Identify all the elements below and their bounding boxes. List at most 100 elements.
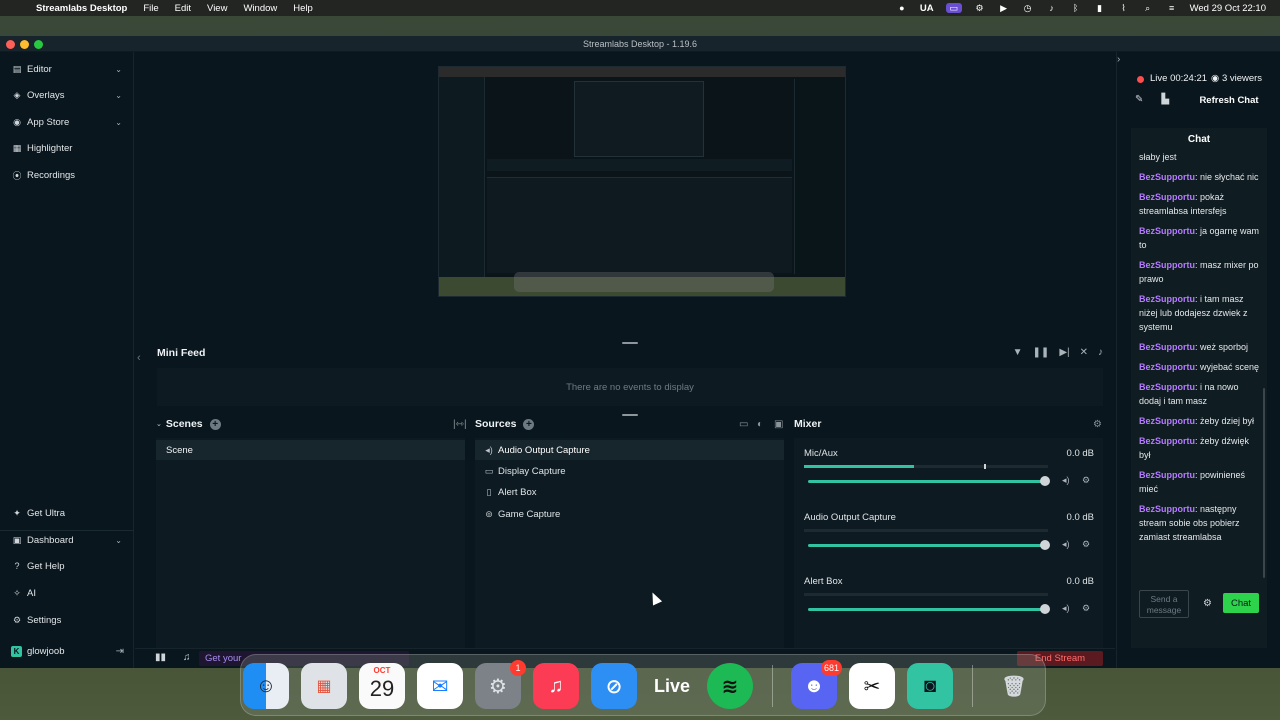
chat-username[interactable]: BezSupportu bbox=[1139, 436, 1195, 446]
menubar-clock[interactable]: Wed 29 Oct 22:10 bbox=[1190, 3, 1266, 14]
volume-slider-knob[interactable] bbox=[1040, 604, 1050, 614]
chat-scrollbar[interactable] bbox=[1263, 388, 1265, 578]
battery-icon[interactable]: ▮ bbox=[1094, 3, 1106, 13]
wifi-off-icon[interactable]: ⌇ bbox=[1118, 3, 1130, 13]
chat-username[interactable]: BezSupportu bbox=[1139, 382, 1195, 392]
source-item-audio-output-capture[interactable]: ◂) Audio Output Capture bbox=[475, 440, 784, 460]
add-scene-button[interactable]: + bbox=[209, 418, 221, 430]
chat-username[interactable]: BezSupportu bbox=[1139, 260, 1195, 270]
logout-icon[interactable]: ⇥ bbox=[116, 646, 124, 657]
menu-file[interactable]: File bbox=[143, 3, 158, 14]
chat-username[interactable]: BezSupportu bbox=[1139, 172, 1195, 182]
sidebar-item-highlighter[interactable]: ▦ Highlighter bbox=[0, 137, 134, 159]
search-icon[interactable]: ⌕ bbox=[1142, 3, 1154, 13]
bluetooth-icon[interactable]: ᛒ bbox=[1070, 3, 1082, 13]
menu-help[interactable]: Help bbox=[293, 3, 313, 14]
mute-alerts-icon[interactable]: ✕ bbox=[1080, 347, 1088, 358]
sidebar-item-ai[interactable]: ✧ AI bbox=[0, 582, 134, 604]
menu-edit[interactable]: Edit bbox=[175, 3, 191, 14]
safari-icon[interactable]: ⊘ bbox=[591, 663, 637, 709]
volume-slider[interactable] bbox=[808, 544, 1048, 547]
sidebar-item-get-ultra[interactable]: ✦ Get Ultra bbox=[0, 502, 134, 524]
refresh-chat-button[interactable]: Refresh Chat bbox=[1197, 94, 1261, 108]
chat-messages[interactable]: słaby jest BezSupportu: nie słychać nic … bbox=[1139, 150, 1261, 586]
sidebar-item-overlays[interactable]: ◈ Overlays ⌄ bbox=[0, 84, 134, 106]
control-center-icon[interactable]: ≡ bbox=[1166, 3, 1178, 13]
system-settings-icon[interactable]: ⚙ 1 bbox=[475, 660, 526, 709]
skip-icon[interactable]: ▶| bbox=[1059, 347, 1069, 358]
volume-slider[interactable] bbox=[808, 608, 1048, 611]
volume-slider[interactable] bbox=[808, 480, 1048, 483]
launchpad-icon[interactable]: ▦ bbox=[301, 663, 347, 709]
scene-transition-icon[interactable]: |⇿| bbox=[453, 419, 467, 430]
chat-message-input[interactable]: Send a message bbox=[1139, 590, 1189, 618]
menu-window[interactable]: Window bbox=[243, 3, 277, 14]
trash-icon[interactable]: 🗑 bbox=[991, 663, 1037, 709]
volume-slider-knob[interactable] bbox=[1040, 476, 1050, 486]
menubar-app-name[interactable]: Streamlabs Desktop bbox=[36, 3, 127, 14]
sidebar-item-recordings[interactable]: ⦿ Recordings bbox=[0, 164, 134, 186]
sidebar-item-editor[interactable]: ▤ Editor ⌄ bbox=[0, 58, 134, 80]
filter-icon[interactable]: ▼ bbox=[1013, 347, 1023, 358]
menu-view[interactable]: View bbox=[207, 3, 227, 14]
volume-icon[interactable]: ♪ bbox=[1046, 3, 1058, 13]
discord-icon[interactable]: ☻ 681 bbox=[791, 660, 842, 709]
chat-username[interactable]: BezSupportu bbox=[1139, 470, 1195, 480]
edit-stream-info-icon[interactable]: ✎ bbox=[1135, 94, 1143, 105]
scene-item[interactable]: Scene bbox=[156, 440, 465, 460]
calendar-icon[interactable]: OCT 29 bbox=[359, 663, 405, 709]
sidebar-item-app-store[interactable]: ◉ App Store ⌄ bbox=[0, 111, 134, 133]
source-item-alert-box[interactable]: ▯ Alert Box bbox=[475, 482, 784, 502]
chat-username[interactable]: BezSupportu bbox=[1139, 192, 1195, 202]
preview-resize-handle[interactable] bbox=[622, 342, 638, 344]
source-folder-icon[interactable]: ▣ bbox=[774, 419, 783, 430]
streamlabs-icon[interactable]: ◙ bbox=[907, 663, 953, 709]
close-window-button[interactable] bbox=[6, 40, 15, 49]
spotify-icon[interactable]: ≋ bbox=[707, 663, 753, 709]
screen-record-icon[interactable]: ▭ bbox=[945, 3, 962, 13]
notification-bell-icon[interactable]: ♫ bbox=[183, 652, 191, 663]
source-layout-icon[interactable]: ▭ bbox=[739, 419, 748, 430]
volume-slider-knob[interactable] bbox=[1040, 540, 1050, 550]
channel-settings-icon[interactable]: ⚙ bbox=[1082, 603, 1090, 614]
sidebar-item-settings[interactable]: ⚙ Settings bbox=[0, 609, 134, 631]
stream-preview-area[interactable] bbox=[147, 52, 1107, 336]
clock-icon[interactable]: ◷ bbox=[1022, 3, 1034, 13]
mixer-settings-icon[interactable]: ⚙ bbox=[1093, 419, 1102, 430]
pause-icon[interactable]: ❚❚ bbox=[1033, 347, 1050, 358]
messenger-icon[interactable]: ✉ bbox=[417, 663, 463, 709]
music-icon[interactable]: ♫ bbox=[533, 663, 579, 709]
channel-settings-icon[interactable]: ⚙ bbox=[1082, 539, 1090, 550]
collapse-caret-icon[interactable]: ⌄ bbox=[156, 420, 162, 428]
finder-icon[interactable]: ☺ bbox=[243, 663, 289, 709]
status-dot-icon[interactable]: ● bbox=[896, 3, 908, 13]
chevron-right-icon[interactable]: › bbox=[1117, 54, 1120, 65]
input-source-indicator[interactable]: UA bbox=[920, 3, 934, 14]
volume-icon[interactable]: ♪ bbox=[1098, 347, 1103, 358]
minimize-window-button[interactable] bbox=[20, 40, 29, 49]
sidebar-item-get-help[interactable]: ? Get Help bbox=[0, 555, 134, 577]
chat-username[interactable]: BezSupportu bbox=[1139, 416, 1195, 426]
channel-settings-icon[interactable]: ⚙ bbox=[1082, 475, 1090, 486]
stats-icon[interactable]: ▮▮ bbox=[155, 652, 166, 663]
source-item-game-capture[interactable]: ⊚ Game Capture bbox=[475, 504, 784, 524]
control-icon[interactable]: ⚙ bbox=[974, 3, 986, 13]
streamlabs-live-icon[interactable]: Live bbox=[649, 663, 695, 709]
speaker-mute-icon[interactable]: ◂) bbox=[1062, 475, 1070, 486]
speaker-mute-icon[interactable]: ◂) bbox=[1062, 539, 1070, 550]
play-icon[interactable]: ▶ bbox=[998, 3, 1010, 13]
chat-username[interactable]: BezSupportu bbox=[1139, 294, 1195, 304]
sidebar-user-account[interactable]: K glowjoob ⇥ bbox=[0, 640, 134, 662]
chat-username[interactable]: BezSupportu bbox=[1139, 342, 1195, 352]
collapse-left-icon[interactable]: ‹ bbox=[137, 352, 141, 364]
stream-preview[interactable] bbox=[438, 66, 846, 297]
source-visibility-icon[interactable]: ◐ bbox=[757, 419, 763, 430]
sidebar-item-dashboard[interactable]: ▣ Dashboard ⌄ bbox=[0, 529, 134, 551]
capcut-icon[interactable]: ✂ bbox=[849, 663, 895, 709]
speaker-mute-icon[interactable]: ◂) bbox=[1062, 603, 1070, 614]
chat-username[interactable]: BezSupportu bbox=[1139, 362, 1195, 372]
zoom-window-button[interactable] bbox=[34, 40, 43, 49]
panels-resize-handle[interactable] bbox=[622, 414, 638, 416]
chat-settings-icon[interactable]: ⚙ bbox=[1203, 598, 1212, 609]
chat-send-button[interactable]: Chat bbox=[1223, 593, 1259, 613]
